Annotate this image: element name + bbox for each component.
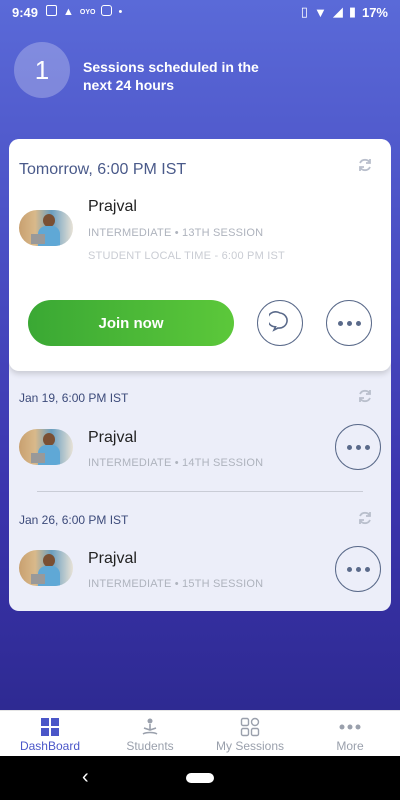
chat-bubble-icon: [266, 310, 291, 337]
more-dots-icon: [337, 320, 361, 326]
header-title: Sessions scheduled in the next 24 hours: [83, 59, 259, 93]
upcoming-session-time: Jan 26, 6:00 PM IST: [19, 513, 129, 527]
status-bar: 9:49 ▲ OYO • ▯ ▼ ◢ ▮ 17%: [0, 0, 400, 24]
more-dots-icon: [337, 717, 363, 737]
student-name: Prajval: [88, 429, 137, 446]
chat-button[interactable]: [257, 300, 303, 346]
meditation-icon: [140, 717, 160, 737]
student-name: Prajval: [88, 550, 137, 567]
student-avatar: [19, 210, 73, 246]
more-options-button[interactable]: [335, 424, 381, 470]
oyo-icon: OYO: [79, 8, 96, 16]
session-details: INTERMEDIATE • 14TH SESSION: [88, 457, 264, 469]
nav-item-my-sessions[interactable]: My Sessions: [200, 711, 300, 756]
student-avatar: [19, 550, 73, 586]
nav-item-students[interactable]: Students: [100, 711, 200, 756]
sync-icon[interactable]: [357, 510, 373, 526]
instagram-icon: [101, 5, 113, 19]
nav-label: More: [336, 739, 364, 753]
wifi-icon: ▼: [313, 4, 327, 20]
back-icon[interactable]: ‹: [82, 766, 89, 789]
main-session-time: Tomorrow, 6:00 PM IST: [19, 161, 187, 178]
dashboard-grid-icon: [40, 717, 60, 737]
battery-level: 17%: [361, 4, 388, 20]
nav-label: Students: [126, 739, 174, 753]
signal-icon: ◢: [332, 4, 343, 19]
student-local-time: STUDENT LOCAL TIME - 6:00 PM IST: [88, 250, 285, 262]
bottom-navigation: DashBoard Students My Sessions More: [0, 710, 400, 756]
nav-item-more[interactable]: More: [300, 711, 400, 756]
main-session-card[interactable]: Tomorrow, 6:00 PM IST Prajval INTERMEDIA…: [9, 139, 391, 371]
upcoming-session-time: Jan 19, 6:00 PM IST: [19, 391, 129, 405]
sessions-card-stack: Tomorrow, 6:00 PM IST Prajval INTERMEDIA…: [9, 139, 391, 611]
sync-icon[interactable]: [357, 157, 373, 173]
image-icon: [46, 5, 58, 19]
join-now-button[interactable]: Join now: [28, 300, 234, 346]
more-dots-icon: [346, 566, 370, 572]
student-name: Prajval: [88, 198, 137, 215]
session-details: INTERMEDIATE • 15TH SESSION: [88, 578, 264, 590]
divider: [37, 491, 363, 492]
more-options-button[interactable]: [335, 546, 381, 592]
alert-icon: ▲: [63, 6, 74, 18]
nav-label: DashBoard: [19, 739, 81, 753]
dot-icon: •: [118, 6, 123, 18]
system-navigation-bar: ‹: [0, 756, 400, 800]
battery-icon: ▮: [348, 4, 356, 19]
home-pill-icon[interactable]: [186, 773, 214, 783]
more-dots-icon: [346, 444, 370, 450]
vibrate-icon: ▯: [300, 4, 308, 19]
status-time: 9:49: [12, 4, 39, 20]
sessions-grid-icon: [240, 717, 260, 737]
student-avatar: [19, 429, 73, 465]
nav-label: My Sessions: [215, 739, 285, 753]
more-options-button[interactable]: [326, 300, 372, 346]
session-details: INTERMEDIATE • 13TH SESSION: [88, 227, 264, 239]
nav-item-dashboard[interactable]: DashBoard: [0, 711, 100, 756]
sync-icon[interactable]: [357, 388, 373, 404]
session-count-badge: 1: [14, 42, 70, 98]
